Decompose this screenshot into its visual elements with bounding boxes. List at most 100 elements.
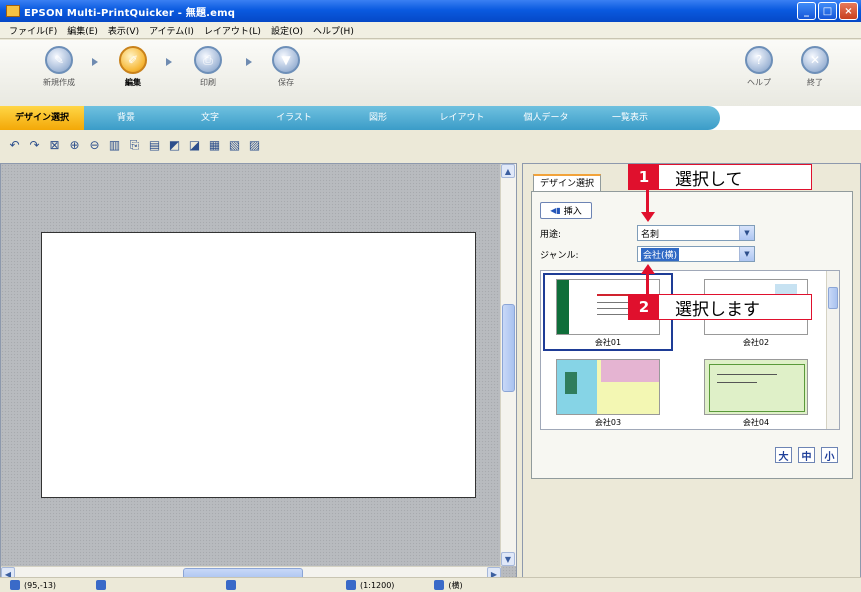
- status-bar: (95,-13) (1:1200) (横): [0, 577, 861, 592]
- new-document-icon: ✎: [45, 46, 73, 74]
- redo-icon[interactable]: ↷: [26, 137, 43, 154]
- align-icon[interactable]: ▨: [246, 137, 263, 154]
- layer-front-icon[interactable]: ◩: [166, 137, 183, 154]
- maximize-button[interactable]: □: [818, 2, 837, 20]
- step-new[interactable]: ✎ 新規作成: [36, 46, 82, 88]
- template-thumbnail: [556, 359, 660, 415]
- callout-number: 1: [629, 165, 659, 189]
- tab-strip: デザイン選択 背景 文字 イラスト 図形 レイアウト 個人データ 一覧表示: [0, 106, 861, 130]
- thumbnail-size-group: 大 中 小: [775, 447, 838, 463]
- insert-button[interactable]: ◀▮ 挿入: [540, 202, 592, 219]
- step-edit[interactable]: ✐ 編集: [110, 46, 156, 88]
- menu-help[interactable]: ヘルプ(H): [308, 24, 359, 37]
- help-button[interactable]: ? ヘルプ: [736, 46, 782, 88]
- template-card[interactable]: 会社03: [543, 355, 673, 428]
- chevron-down-icon[interactable]: ▼: [739, 247, 754, 261]
- tab-shape[interactable]: 図形: [336, 106, 420, 130]
- exit-icon: ✕: [801, 46, 829, 74]
- paste-icon[interactable]: ▤: [146, 137, 163, 154]
- gallery-scrollbar[interactable]: [826, 271, 839, 429]
- status-zoom-text: (1:1200): [360, 580, 395, 590]
- icon-toolbar: ↶ ↷ ⊠ ⊕ ⊖ ▥ ⎘ ▤ ◩ ◪ ▦ ▧ ▨: [0, 132, 861, 158]
- tab-background[interactable]: 背景: [84, 106, 168, 130]
- step-print-label: 印刷: [200, 78, 216, 87]
- layer-back-icon[interactable]: ◪: [186, 137, 203, 154]
- arrow-up-icon: [641, 264, 655, 274]
- arrow-shaft: [646, 190, 649, 214]
- save-icon: ▼: [272, 46, 300, 74]
- edit-icon: ✐: [119, 46, 147, 74]
- object-icon: [226, 580, 237, 590]
- scroll-up-icon[interactable]: ▲: [501, 164, 515, 178]
- template-name: 会社04: [742, 418, 770, 427]
- template-name: 会社01: [594, 338, 622, 347]
- vertical-scrollbar[interactable]: ▲ ▼: [500, 164, 516, 566]
- panel-body: ◀▮ 挿入 用途: 名刺 ▼ ジャンル: 会社(横) ▼ 会社01 会社02 会…: [531, 191, 853, 479]
- window-title: EPSON Multi-PrintQuicker - 無題.emq: [24, 7, 236, 19]
- delete-icon[interactable]: ▥: [106, 137, 123, 154]
- zoom-out-icon[interactable]: ⊖: [86, 137, 103, 154]
- menu-file[interactable]: ファイル(F): [4, 24, 62, 37]
- tab-list-view[interactable]: 一覧表示: [588, 106, 672, 130]
- step-print[interactable]: ⎙ 印刷: [185, 46, 231, 88]
- design-panel: デザイン選択 ◀▮ 挿入 用途: 名刺 ▼ ジャンル: 会社(横) ▼ 会社01…: [522, 163, 861, 583]
- copy-icon[interactable]: ⎘: [126, 137, 143, 154]
- template-card[interactable]: 会社04: [691, 355, 821, 428]
- exit-label: 終了: [807, 78, 823, 87]
- ungroup-icon[interactable]: ▧: [226, 137, 243, 154]
- help-icon: ?: [745, 46, 773, 74]
- undo-icon[interactable]: ↶: [6, 137, 23, 154]
- status-mode: (横): [434, 580, 463, 591]
- callout-text: 選択して: [675, 169, 743, 190]
- orientation-icon: [434, 580, 445, 590]
- menu-view[interactable]: 表示(V): [103, 24, 144, 37]
- panel-tab-design[interactable]: デザイン選択: [533, 174, 602, 192]
- genre-select[interactable]: 会社(横) ▼: [637, 246, 755, 262]
- menu-item[interactable]: アイテム(I): [144, 24, 199, 37]
- menu-settings[interactable]: 設定(O): [266, 24, 308, 37]
- status-position: (95,-13): [10, 580, 56, 590]
- flow-arrow-icon: [246, 58, 252, 66]
- arrow-down-icon: [641, 212, 655, 222]
- template-name: 会社03: [594, 418, 622, 427]
- step-save[interactable]: ▼ 保存: [263, 46, 309, 88]
- usage-select[interactable]: 名刺 ▼: [637, 225, 755, 241]
- scroll-thumb[interactable]: [502, 304, 515, 392]
- cursor-icon: [10, 580, 20, 590]
- title-bar: EPSON Multi-PrintQuicker - 無題.emq _ □ ×: [0, 0, 861, 22]
- insert-label: 挿入: [563, 207, 582, 217]
- chevron-down-icon[interactable]: ▼: [739, 226, 754, 240]
- exit-button[interactable]: ✕ 終了: [792, 46, 838, 88]
- edit-canvas[interactable]: ▲ ▼ ◀ ▶: [0, 163, 517, 583]
- flow-arrow-icon: [92, 58, 98, 66]
- callout-text: 選択します: [675, 299, 760, 320]
- size-small-button[interactable]: 小: [821, 447, 838, 463]
- tab-personal-data[interactable]: 個人データ: [504, 106, 588, 130]
- menu-edit[interactable]: 編集(E): [62, 24, 103, 37]
- tab-illustration[interactable]: イラスト: [252, 106, 336, 130]
- scroll-down-icon[interactable]: ▼: [501, 552, 515, 566]
- usage-value: 名刺: [641, 229, 660, 240]
- size-medium-button[interactable]: 中: [798, 447, 815, 463]
- zoom-in-icon[interactable]: ⊕: [66, 137, 83, 154]
- minimize-button[interactable]: _: [797, 2, 816, 20]
- step-edit-label: 編集: [125, 78, 141, 87]
- tab-text[interactable]: 文字: [168, 106, 252, 130]
- zoom-icon: [346, 580, 357, 590]
- genre-value: 会社(横): [641, 247, 680, 261]
- status-size: [96, 580, 107, 590]
- print-icon: ⎙: [194, 46, 222, 74]
- menu-layout[interactable]: レイアウト(L): [199, 24, 266, 37]
- tab-layout[interactable]: レイアウト: [420, 106, 504, 130]
- insert-icon: ◀▮: [550, 206, 561, 215]
- tab-design-select[interactable]: デザイン選択: [0, 106, 84, 130]
- arrow-shaft: [646, 274, 649, 294]
- status-position-text: (95,-13): [24, 580, 57, 590]
- group-icon[interactable]: ▦: [206, 137, 223, 154]
- card-paper[interactable]: [41, 232, 476, 498]
- scroll-thumb[interactable]: [828, 287, 838, 309]
- size-large-button[interactable]: 大: [775, 447, 792, 463]
- close-button[interactable]: ×: [839, 2, 858, 20]
- clear-icon[interactable]: ⊠: [46, 137, 63, 154]
- genre-label: ジャンル:: [540, 251, 579, 261]
